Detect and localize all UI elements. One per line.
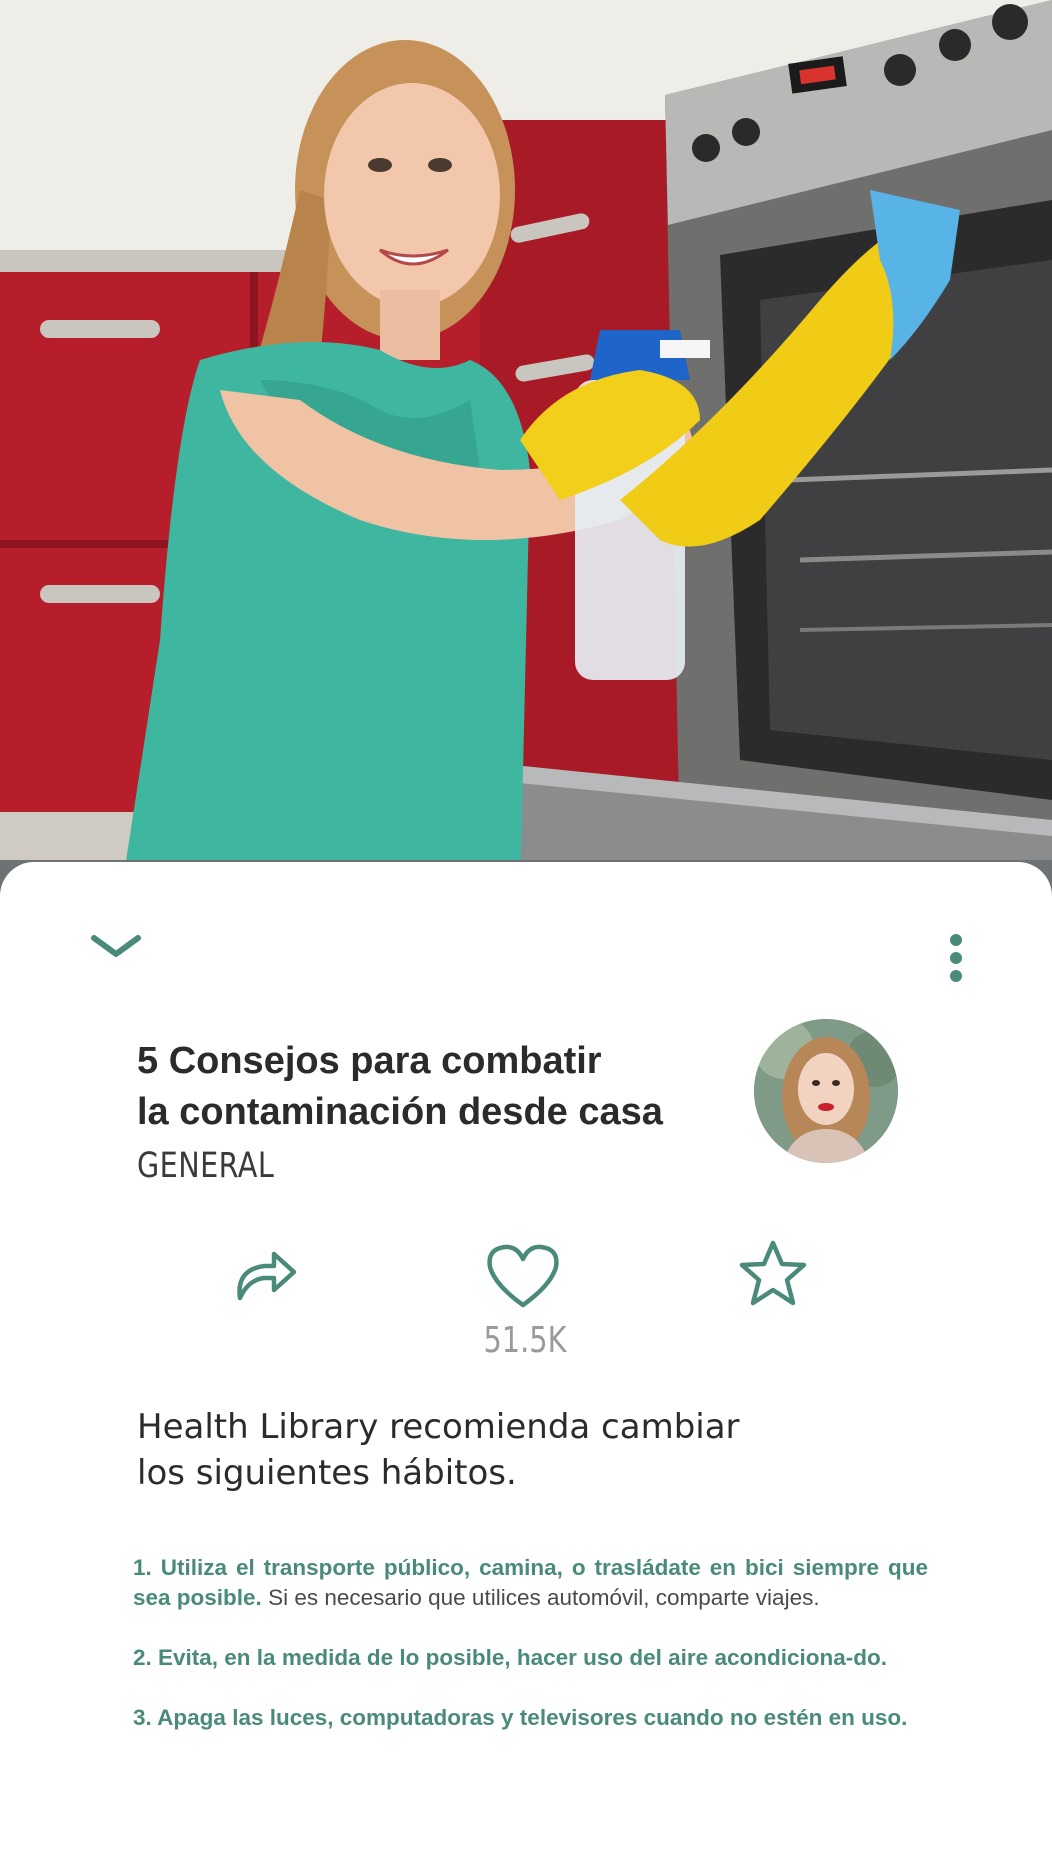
author-avatar[interactable] <box>754 1019 898 1163</box>
article-title: 5 Consejos para combatir la contaminació… <box>137 1040 663 1133</box>
share-icon[interactable] <box>228 1238 304 1308</box>
article-category[interactable]: GENERAL <box>137 1146 274 1186</box>
chevron-down-icon[interactable] <box>80 926 152 966</box>
tip-highlight: 2. Evita, en la medida de lo posible, ha… <box>133 1645 887 1670</box>
tip-item: 1. Utiliza el transporte público, camina… <box>133 1553 928 1613</box>
more-vertical-icon[interactable] <box>936 928 976 988</box>
tip-item: 2. Evita, en la medida de lo posible, ha… <box>133 1643 928 1673</box>
tip-text: Si es necesario que utilices automóvil, … <box>261 1585 820 1610</box>
hero-image <box>0 0 1052 900</box>
article-intro: Health Library recomienda cambiar los si… <box>137 1407 740 1493</box>
like-count: 51.5K <box>483 1320 567 1361</box>
heart-icon[interactable] <box>484 1240 562 1312</box>
tip-highlight: 3. Apaga las luces, computadoras y telev… <box>133 1705 908 1730</box>
star-icon[interactable] <box>735 1236 811 1310</box>
tips-list: 1. Utiliza el transporte público, camina… <box>133 1553 928 1763</box>
tip-item: 3. Apaga las luces, computadoras y telev… <box>133 1703 928 1733</box>
